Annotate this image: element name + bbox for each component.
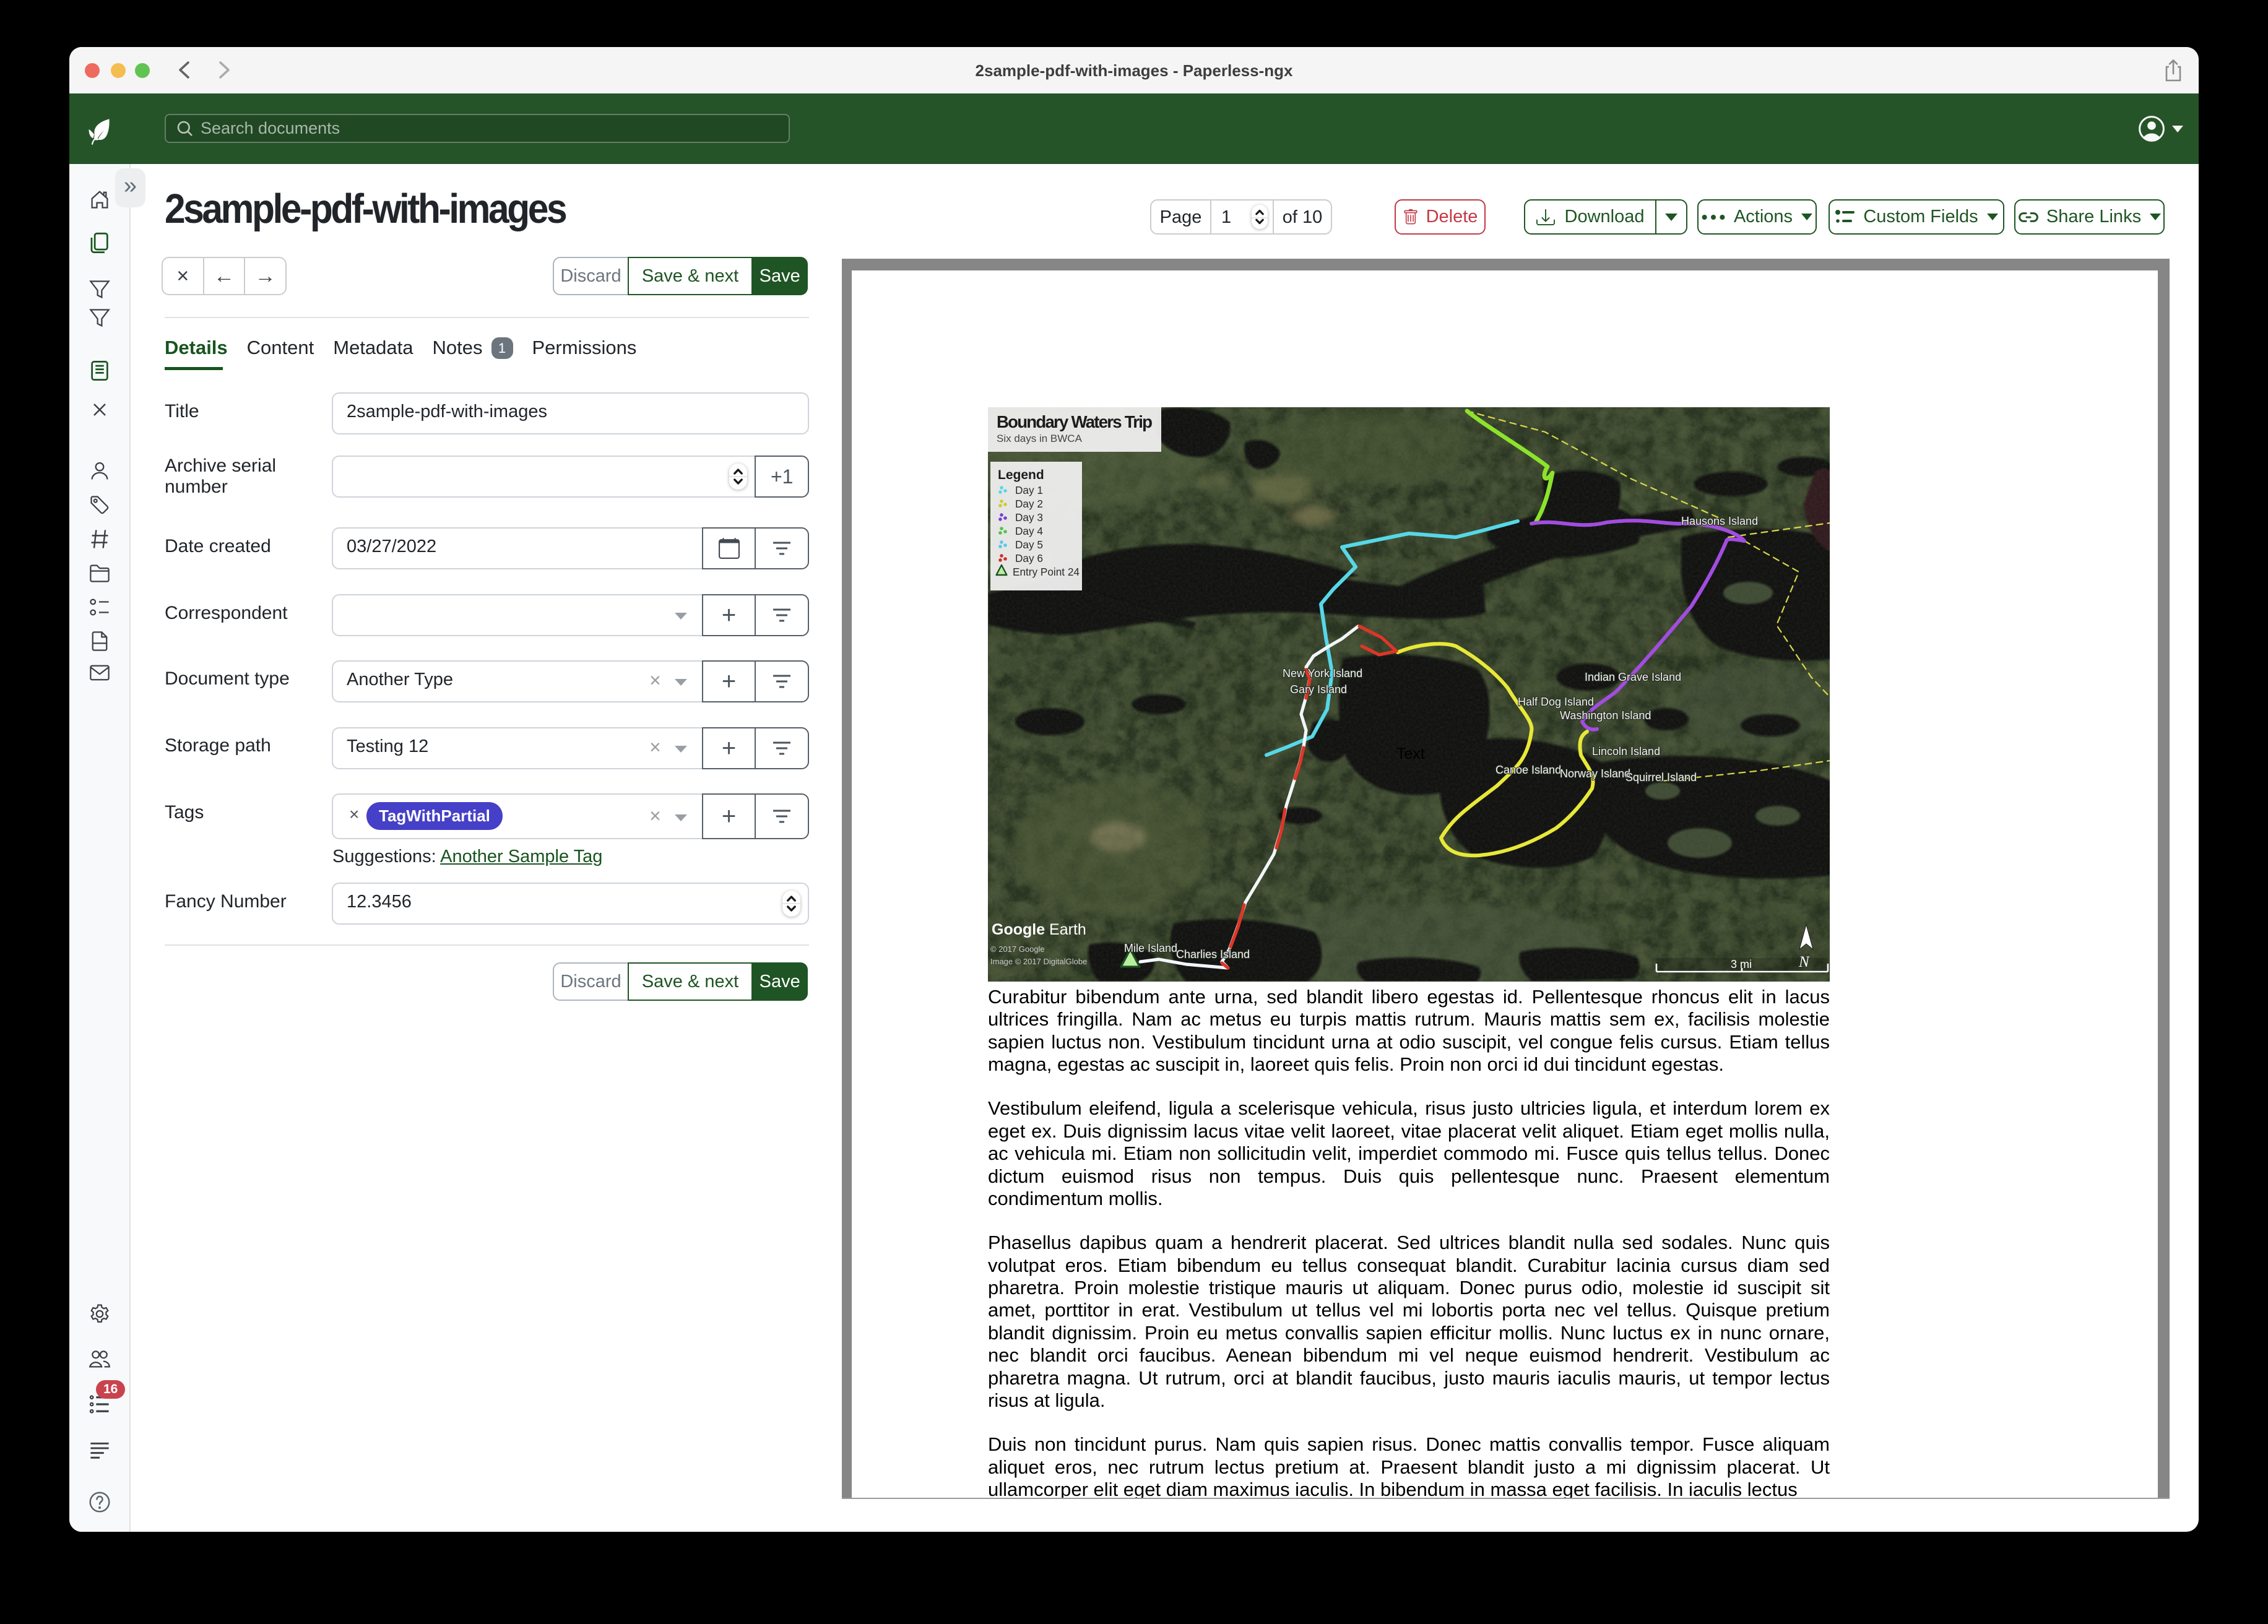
svg-text:© 2017 Google: © 2017 Google	[990, 944, 1045, 954]
svg-text:New York Island: New York Island	[1283, 667, 1362, 680]
svg-text:Day 3: Day 3	[1015, 511, 1043, 524]
svg-text:Indian Grave Island: Indian Grave Island	[1585, 671, 1681, 683]
svg-text:Charlies Island: Charlies Island	[1176, 948, 1250, 961]
svg-text:Hausons Island: Hausons Island	[1681, 515, 1758, 527]
svg-text:Lincoln Island: Lincoln Island	[1592, 745, 1660, 758]
svg-text:Legend: Legend	[998, 468, 1044, 482]
svg-text:Image © 2017 DigitalGlobe: Image © 2017 DigitalGlobe	[990, 957, 1087, 966]
svg-text:Google Earth: Google Earth	[992, 921, 1086, 938]
svg-text:3 mi: 3 mi	[1731, 958, 1752, 970]
svg-text:Canoe Island: Canoe Island	[1495, 764, 1561, 776]
svg-text:N: N	[1798, 954, 1810, 970]
svg-text:Six days in BWCA: Six days in BWCA	[997, 433, 1083, 444]
svg-text:Day 2: Day 2	[1015, 498, 1043, 510]
svg-text:Day 6: Day 6	[1015, 552, 1043, 564]
svg-text:Norway Island: Norway Island	[1560, 767, 1630, 780]
svg-text:Day 1: Day 1	[1015, 484, 1043, 496]
svg-text:Squirrel Island: Squirrel Island	[1625, 771, 1697, 784]
svg-text:Gary Island: Gary Island	[1290, 683, 1347, 696]
svg-text:Text: Text	[1396, 745, 1425, 762]
svg-text:Day 4: Day 4	[1015, 525, 1043, 537]
svg-text:Half Dog Island: Half Dog Island	[1518, 696, 1594, 708]
svg-text:Entry Point 24: Entry Point 24	[1013, 566, 1080, 578]
svg-text:Day 5: Day 5	[1015, 538, 1043, 551]
svg-text:Washington Island: Washington Island	[1560, 709, 1651, 722]
svg-text:Mile Island: Mile Island	[1124, 942, 1177, 954]
svg-text:Boundary Waters Trip: Boundary Waters Trip	[997, 412, 1153, 431]
